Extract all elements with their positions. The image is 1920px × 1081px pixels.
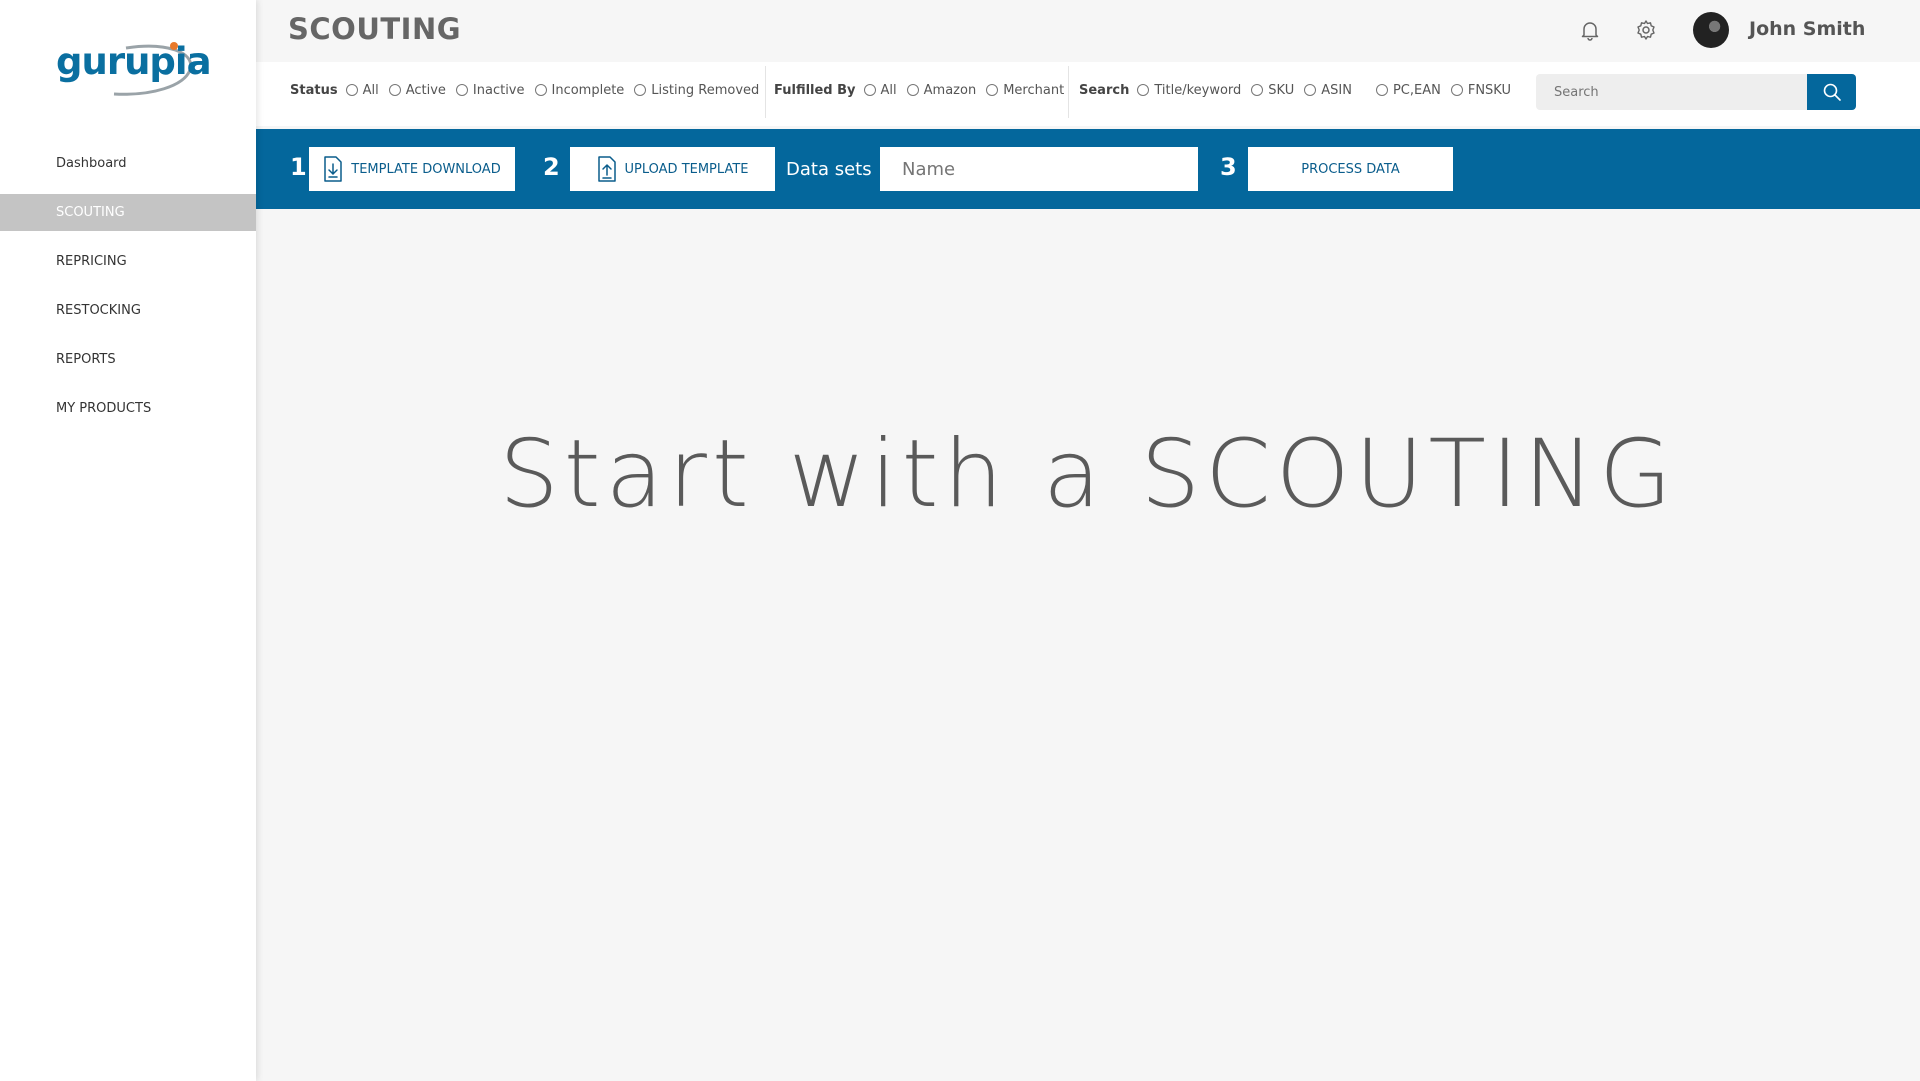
template-download-button[interactable]: TEMPLATE DOWNLOAD [309,147,515,191]
top-header: SCOUTING John Smith [256,0,1920,60]
dataset-name-input[interactable] [880,147,1198,191]
search-button[interactable] [1807,74,1856,110]
radio-label: Title/keyword [1154,82,1242,98]
search-fnsku-radio[interactable]: FNSKU [1450,82,1511,98]
radio-label: FNSKU [1467,82,1511,98]
radio-icon[interactable] [634,84,647,96]
filter-divider [1068,66,1069,118]
template-download-label: TEMPLATE DOWNLOAD [351,161,501,177]
step-number-1: 1 [290,153,307,181]
status-label: Status [290,82,338,98]
filter-bar: Status All Active Inactive Incomplete Li… [256,62,1920,126]
radio-label: Amazon [923,82,977,98]
radio-label: All [880,82,897,98]
gurupia-logo[interactable]: gurupia [56,40,212,100]
fulfilled-by-filter: Fulfilled By All Amazon Merchant [774,62,1074,118]
process-data-label: PROCESS DATA [1301,161,1400,177]
radio-label: SKU [1268,82,1295,98]
gear-icon[interactable] [1634,18,1658,42]
status-all-radio[interactable]: All [345,82,379,98]
fulfilled-by-label: Fulfilled By [774,82,856,98]
logo-text: gurupia [56,40,212,83]
bell-icon[interactable] [1578,18,1602,42]
status-listing-removed-radio[interactable]: Listing Removed [634,83,759,98]
search-asin-radio[interactable]: ASIN [1304,83,1352,98]
search-by-label: Search [1079,82,1130,98]
radio-label: PC,EAN [1392,82,1441,98]
page-title: SCOUTING [288,12,462,46]
sidebar: gurupia Dashboard SCOUTING REPRICING RES… [0,0,256,1081]
empty-state-message: Start with a SCOUTING [499,420,1677,529]
sidebar-item-repricing[interactable]: REPRICING [0,243,256,280]
radio-label: Merchant [1003,82,1065,98]
search-sku-radio[interactable]: SKU [1251,83,1294,98]
download-file-icon [324,156,343,182]
radio-icon[interactable] [345,84,358,96]
user-name[interactable]: John Smith [1749,18,1865,40]
sidebar-item-reports[interactable]: REPORTS [0,341,256,378]
radio-icon[interactable] [534,84,547,96]
radio-icon[interactable] [986,84,999,96]
radio-icon[interactable] [388,84,401,96]
upload-template-label: UPLOAD TEMPLATE [624,161,749,177]
status-inactive-radio[interactable]: Inactive [455,82,525,98]
filter-divider [765,66,766,118]
fulfilled-all-radio[interactable]: All [863,82,897,98]
radio-icon[interactable] [1251,84,1264,96]
scouting-toolbar: 1 TEMPLATE DOWNLOAD 2 UPLOAD TEMPLATE Da… [256,129,1920,209]
radio-icon[interactable] [1375,84,1388,96]
process-data-button[interactable]: PROCESS DATA [1248,147,1453,191]
radio-icon[interactable] [906,84,919,96]
radio-label: Inactive [472,82,525,98]
sidebar-item-restocking[interactable]: RESTOCKING [0,292,256,329]
datasets-label: Data sets [786,159,872,180]
search-pc-ean-radio[interactable]: PC,EAN [1375,82,1441,98]
radio-label: Active [405,82,446,98]
radio-icon[interactable] [863,84,876,96]
status-incomplete-radio[interactable]: Incomplete [534,82,625,98]
upload-template-button[interactable]: UPLOAD TEMPLATE [570,147,775,191]
step-number-3: 3 [1220,153,1237,181]
fulfilled-amazon-radio[interactable]: Amazon [906,82,977,98]
step-number-2: 2 [543,153,560,181]
status-filter: Status All Active Inactive Incomplete Li… [290,62,769,118]
status-active-radio[interactable]: Active [388,82,446,98]
avatar[interactable] [1693,12,1729,48]
radio-label: All [362,82,379,98]
upload-file-icon [597,156,616,182]
search-icon [1823,83,1841,101]
radio-icon[interactable] [1450,84,1463,96]
radio-icon[interactable] [1304,84,1317,96]
radio-label: Incomplete [551,82,625,98]
fulfilled-merchant-radio[interactable]: Merchant [986,83,1064,98]
sidebar-item-scouting[interactable]: SCOUTING [0,194,256,231]
radio-icon[interactable] [455,84,468,96]
radio-label: ASIN [1321,82,1352,98]
radio-icon[interactable] [1137,84,1150,96]
sidebar-nav: Dashboard SCOUTING REPRICING RESTOCKING … [0,145,256,439]
search-by-filter: Search Title/keyword SKU ASIN PC,EAN FNS… [1079,62,1521,118]
sidebar-item-dashboard[interactable]: Dashboard [0,145,256,182]
radio-label: Listing Removed [651,82,760,98]
search-input[interactable] [1536,74,1807,110]
sidebar-item-my-products[interactable]: MY PRODUCTS [0,390,256,427]
search-title-radio[interactable]: Title/keyword [1137,83,1241,98]
